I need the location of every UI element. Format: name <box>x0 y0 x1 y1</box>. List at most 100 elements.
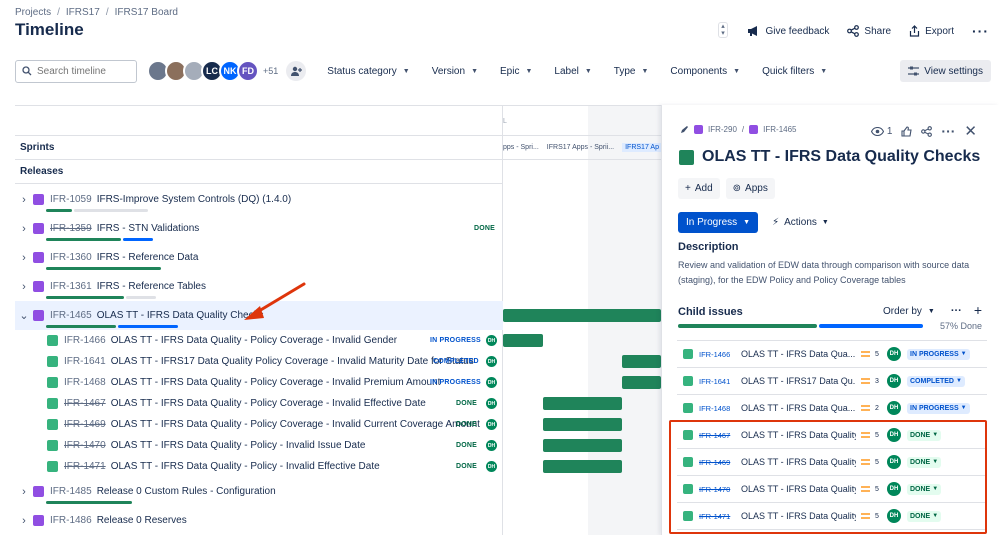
child-issue-summary[interactable]: OLAS TT - IFRS17 Data Qu... <box>741 376 856 386</box>
breadcrumb-board[interactable]: IFRS17 Board <box>115 7 178 18</box>
issue-key[interactable]: IFR-1485 <box>50 486 92 497</box>
issue-summary[interactable]: IFRS - Reference Data <box>97 252 199 263</box>
more-icon[interactable]: ··· <box>941 123 955 139</box>
pencil-icon[interactable] <box>680 125 689 134</box>
add-button[interactable]: + Add <box>678 178 720 199</box>
chevron-down-icon[interactable]: ⌄ <box>17 309 31 322</box>
issue-key[interactable]: IFR-1466 <box>64 335 106 346</box>
child-issue-row[interactable]: IFR-1466 OLAS TT - IFRS Data Quality - Po… <box>15 330 503 351</box>
assignee-avatar[interactable]: DH <box>486 377 497 388</box>
issue-key[interactable]: IFR-1641 <box>64 356 106 367</box>
chevron-right-icon[interactable]: › <box>17 486 31 498</box>
thumbs-up-icon[interactable] <box>901 125 913 137</box>
issue-summary[interactable]: OLAS TT - IFRS Data Quality Checks <box>97 310 264 321</box>
issue-title[interactable]: OLAS TT - IFRS Data Quality Checks <box>679 148 980 166</box>
assignee-avatar[interactable]: DH <box>486 440 497 451</box>
issue-summary[interactable]: OLAS TT - IFRS Data Quality - Policy Cov… <box>111 377 441 388</box>
assignee-avatar[interactable]: DH <box>887 482 901 496</box>
issue-key[interactable]: IFR-1470 <box>64 440 106 451</box>
assignee-avatar[interactable]: DH <box>887 401 901 415</box>
child-status-dropdown[interactable]: DONE ▼ <box>907 510 942 522</box>
breadcrumb-projects[interactable]: Projects <box>15 7 51 18</box>
panel-issue-key[interactable]: IFR-1465 <box>763 125 796 134</box>
child-issue-summary[interactable]: OLAS TT - IFRS Data Quality - P... <box>741 457 856 467</box>
avatars-more-count[interactable]: +51 <box>263 66 278 76</box>
assignee-avatar[interactable]: DH <box>887 509 901 523</box>
child-issue-summary[interactable]: OLAS TT - IFRS Data Qua... <box>741 349 856 359</box>
sprints-row[interactable]: Sprints <box>15 136 502 160</box>
assignee-avatar[interactable]: DH <box>486 335 497 346</box>
child-issue-item[interactable]: IFR-1471 OLAS TT - IFRS Data Quality - P.… <box>677 503 987 530</box>
assignee-avatar[interactable]: DH <box>486 419 497 430</box>
issue-summary[interactable]: OLAS TT - IFRS Data Quality - Policy - I… <box>111 461 380 472</box>
issue-key[interactable]: IFR-1465 <box>50 310 92 321</box>
description-text[interactable]: Review and validation of EDW data throug… <box>678 258 988 287</box>
filter-type[interactable]: Type ▼ <box>603 66 660 77</box>
assignee-avatar[interactable]: DH <box>887 455 901 469</box>
child-issue-key[interactable]: IFR-1470 <box>699 485 731 494</box>
avatar[interactable]: FD <box>237 60 259 82</box>
chevron-right-icon[interactable]: › <box>17 194 31 206</box>
child-issue-row[interactable]: IFR-1469 OLAS TT - IFRS Data Quality - Po… <box>15 414 503 435</box>
issue-key[interactable]: IFR-1361 <box>50 281 92 292</box>
child-issue-row[interactable]: IFR-1641 OLAS TT - IFRS17 Data Quality Po… <box>15 351 503 372</box>
order-by-dropdown[interactable]: Order by ▼ <box>883 306 935 317</box>
child-issue-item[interactable]: IFR-1641 OLAS TT - IFRS17 Data Qu... 3 DH CO… <box>677 368 987 395</box>
issue-summary[interactable]: IFRS - Reference Tables <box>97 281 206 292</box>
issue-key[interactable]: IFR-1359 <box>50 223 92 234</box>
issue-key[interactable]: IFR-1486 <box>50 515 92 526</box>
search-input[interactable] <box>37 65 127 77</box>
watch-button[interactable]: 1 <box>870 126 892 137</box>
issue-key[interactable]: IFR-1468 <box>64 377 106 388</box>
child-issue-item[interactable]: IFR-1470 OLAS TT - IFRS Data Quality - P.… <box>677 476 987 503</box>
issue-summary[interactable]: OLAS TT - IFRS Data Quality - Policy Cov… <box>111 335 397 346</box>
releases-row[interactable]: Releases <box>15 160 502 184</box>
issue-key[interactable]: IFR-1360 <box>50 252 92 263</box>
panel-parent-key[interactable]: IFR-290 <box>708 125 737 134</box>
child-status-dropdown[interactable]: DONE ▼ <box>907 483 942 495</box>
child-issue-item[interactable]: IFR-1469 OLAS TT - IFRS Data Quality - P.… <box>677 449 987 476</box>
child-status-dropdown[interactable]: IN PROGRESS ▼ <box>907 402 970 414</box>
filter-label[interactable]: Label ▼ <box>543 66 602 77</box>
assignee-avatar[interactable]: DH <box>486 356 497 367</box>
child-status-dropdown[interactable]: IN PROGRESS ▼ <box>907 348 970 360</box>
child-status-dropdown[interactable]: COMPLETED ▼ <box>907 375 965 387</box>
chevron-right-icon[interactable]: › <box>17 252 31 264</box>
timeline-bar[interactable] <box>543 418 622 431</box>
timeline-bar[interactable] <box>622 355 661 368</box>
view-settings-button[interactable]: View settings <box>900 60 991 82</box>
epic-row[interactable]: › IFR-1059 IFRS-Improve System Controls (D… <box>15 185 503 214</box>
issue-key[interactable]: IFR-1467 <box>64 398 106 409</box>
more-icon[interactable]: ··· <box>951 305 962 317</box>
child-status-dropdown[interactable]: DONE ▼ <box>907 429 942 441</box>
issue-key[interactable]: IFR-1059 <box>50 194 92 205</box>
close-icon[interactable]: ✕ <box>964 122 977 140</box>
child-issue-key[interactable]: IFR-1469 <box>699 458 731 467</box>
filter-quick-filters[interactable]: Quick filters ▼ <box>751 66 838 77</box>
sprint-label[interactable]: IFRS17 Apps - Sprii... <box>547 144 614 151</box>
status-dropdown[interactable]: In Progress ▼ <box>678 212 759 233</box>
timeline-bar[interactable] <box>543 439 622 452</box>
issue-summary[interactable]: OLAS TT - IFRS Data Quality - Policy Cov… <box>111 398 426 409</box>
issue-summary[interactable]: Release 0 Reserves <box>97 515 187 526</box>
issue-key[interactable]: IFR-1469 <box>64 419 106 430</box>
assignee-avatar[interactable]: DH <box>486 461 497 472</box>
child-issue-key[interactable]: IFR-1466 <box>699 350 731 359</box>
more-actions-button[interactable]: ··· <box>972 23 989 39</box>
issue-summary[interactable]: OLAS TT - IFRS Data Quality - Policy - I… <box>111 440 366 451</box>
chevron-right-icon[interactable]: › <box>17 223 31 235</box>
child-issue-summary[interactable]: OLAS TT - IFRS Data Quality - P... <box>741 511 856 521</box>
child-issue-row[interactable]: IFR-1468 OLAS TT - IFRS Data Quality - Po… <box>15 372 503 393</box>
filter-epic[interactable]: Epic ▼ <box>489 66 543 77</box>
assignee-avatar[interactable]: DH <box>486 398 497 409</box>
child-issue-item[interactable]: IFR-1466 OLAS TT - IFRS Data Qua... 5 DH IN … <box>677 341 987 368</box>
issue-summary[interactable]: OLAS TT - IFRS Data Quality - Policy Cov… <box>111 419 480 430</box>
timeline-bar[interactable] <box>543 460 622 473</box>
child-status-dropdown[interactable]: DONE ▼ <box>907 456 942 468</box>
epic-row[interactable]: › IFR-1359 IFRS - STN Validations DONE <box>15 214 503 243</box>
assignee-avatar[interactable]: DH <box>887 347 901 361</box>
breadcrumb-project[interactable]: IFRS17 <box>66 7 100 18</box>
epic-row[interactable]: › IFR-1486 Release 0 Reserves <box>15 506 503 535</box>
child-issue-summary[interactable]: OLAS TT - IFRS Data Quality - P... <box>741 484 856 494</box>
filter-version[interactable]: Version ▼ <box>421 66 489 77</box>
